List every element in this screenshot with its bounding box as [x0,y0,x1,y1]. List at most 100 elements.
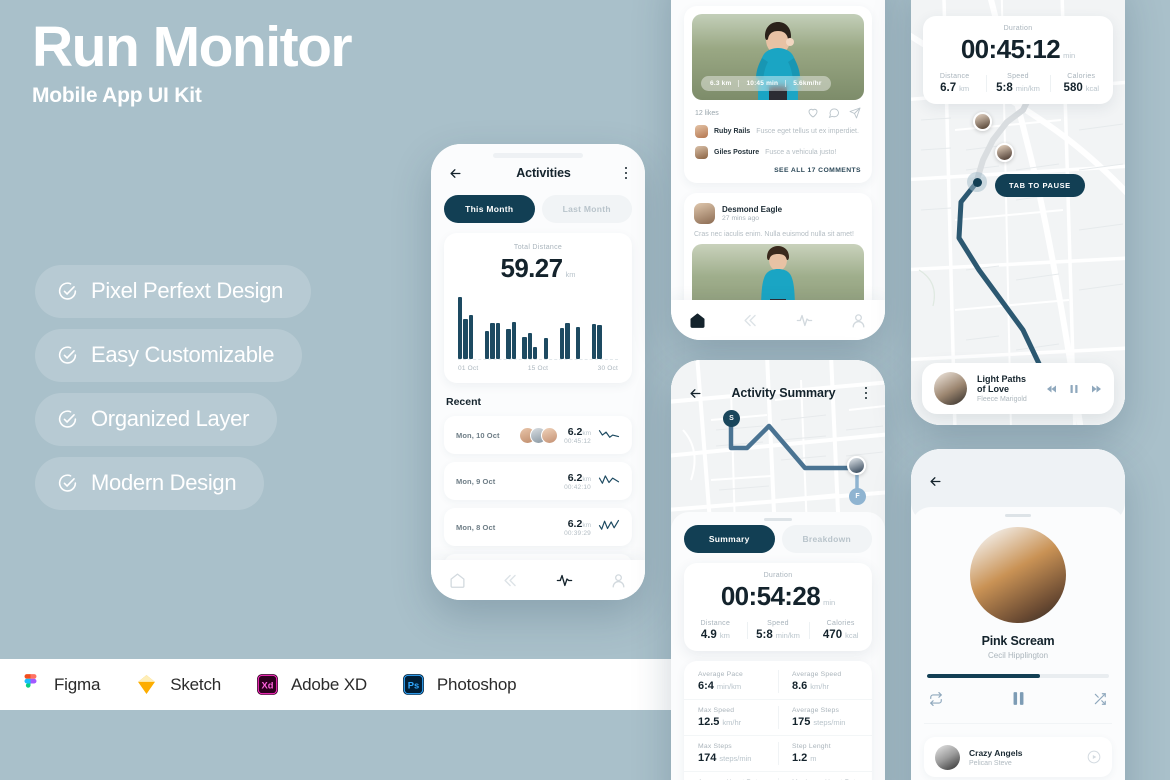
table-row: Max Speed 12.5 km/hr Average Steps 175 ste… [684,699,872,735]
post-stat-distance: 6.3 km [710,80,732,87]
chart-tick: 15 Oct [527,365,549,372]
tab-last-month[interactable]: Last Month [541,195,632,223]
next-icon[interactable] [1090,383,1102,395]
metric-unit: steps/min [719,754,752,763]
phone-activity-summary: S F Summary Breakdown Duration 00:54:28 m… [671,360,885,780]
player-controls [911,678,1125,707]
activity-metrics: 6.2km 00:42:10 [564,472,591,491]
back-arrow-icon[interactable] [928,474,943,489]
stat-value: 580 [1063,82,1083,94]
back-arrow-icon[interactable] [688,386,703,401]
back-arrow-icon[interactable] [928,0,943,1]
stat-caption: Speed [1007,73,1029,80]
feature-pill: Pixel Perfext Design [35,265,312,318]
metric-value: 174 [698,752,717,764]
tab-this-month[interactable]: This Month [444,195,535,223]
track-artist: Pelican Steve [969,759,1012,767]
phone-activities: Activities This Month Last Month Total D… [431,144,645,600]
metric-unit: steps/min [813,718,846,727]
pause-icon[interactable] [1010,690,1027,707]
activity-unit: km [582,429,591,437]
chart-bar [501,357,505,359]
metric-value: 12.5 [698,716,720,728]
home-icon[interactable] [449,572,466,589]
summary-header: Activity Summary [671,376,885,410]
table-row[interactable]: Mon, 9 Oct 6.2km 00:42:10 [444,462,632,500]
stat-value: 5:8 [996,82,1013,94]
chart-bar [522,336,527,359]
software-label: Adobe XD [291,674,367,694]
avatar [695,146,708,159]
metric-step-length: Step Lenght 1.2 m [778,736,872,771]
metric-unit: m [810,754,817,763]
metric-caption: Max Speed [698,707,735,714]
feature-pill: Modern Design [35,457,265,510]
more-vertical-icon[interactable] [624,166,628,181]
chart-bar [495,323,500,359]
chart-bar [479,357,483,359]
table-row[interactable]: Mon, 10 Oct 6.2km 00:45:12 [444,416,632,454]
sheet-handle[interactable] [764,518,792,521]
shoe-run-icon[interactable] [743,312,760,329]
repeat-icon[interactable] [929,691,943,706]
chart-bar [468,315,474,359]
play-circle-icon[interactable] [1087,750,1101,764]
share-icon[interactable] [849,107,861,119]
home-icon[interactable] [689,312,706,329]
duration-value: 00:45:12 [960,34,1061,64]
check-circle-icon [57,473,78,494]
sparkline-icon [598,473,620,489]
activity-pulse-icon[interactable] [796,312,813,329]
prev-icon[interactable] [1046,383,1058,395]
album-art [935,744,960,770]
list-item[interactable]: Crazy Angels Pelican Steve [924,737,1112,777]
activity-date: Mon, 10 Oct [456,430,500,440]
stat-distance: Distance 4.9 km [684,620,747,641]
activity-date: Mon, 9 Oct [456,476,496,486]
more-vertical-icon[interactable] [864,386,868,401]
comment-icon[interactable] [828,107,840,119]
chart-bar [463,319,468,359]
divider [924,723,1112,724]
page-title: Activities [516,166,571,180]
see-all-comments-link[interactable]: SEE ALL 17 COMMENTS [692,163,864,175]
sheet-handle[interactable] [1005,514,1031,517]
duration-value: 00:54:28 [720,581,821,611]
heart-icon[interactable] [807,107,819,119]
metric-value: 8.6 [792,680,808,692]
page-subtitle: Mobile App UI Kit [32,83,202,107]
pause-button[interactable]: TAB TO PAUSE [995,174,1085,197]
avatar [541,426,559,444]
metric-caption: Average Pace [698,671,743,678]
back-arrow-icon[interactable] [448,166,463,181]
tab-summary[interactable]: Summary [684,525,775,553]
activity-pulse-icon[interactable] [556,572,573,589]
metric-value: 175 [792,716,811,728]
software-item-figma: Figma [18,672,100,697]
check-circle-icon [57,409,78,430]
shuffle-icon[interactable] [1093,692,1107,706]
stat-calories: Calories 580 kcal [1049,73,1113,94]
chart-bar [511,322,516,359]
chart-bar [559,327,565,359]
pause-icon[interactable] [1068,383,1080,395]
stat-caption: Distance [939,73,970,80]
stat-caption: Calories [826,620,855,627]
route-finish-marker: F [849,488,866,505]
sparkline-icon [598,519,620,535]
table-row[interactable]: Mon, 8 Oct 6.2km 00:39:29 [444,508,632,546]
shoe-run-icon[interactable] [503,572,520,589]
activity-distance: 6.2 [567,517,583,530]
table-row: Average Pace 6:4 min/km Average Speed 8.6… [684,664,872,699]
profile-icon[interactable] [850,312,867,329]
feature-label: Pixel Perfext Design [91,278,284,303]
profile-icon[interactable] [610,572,627,589]
software-label: Photoshop [436,674,517,694]
chart-bar [549,357,553,359]
activity-date: Mon, 8 Oct [456,522,496,532]
metric-unit: min/km [716,682,742,691]
tab-breakdown[interactable]: Breakdown [781,525,872,553]
feature-list: Pixel Perfext Design Easy Customizable O… [35,265,312,521]
avatar [847,456,866,475]
activity-distance: 6.2 [567,471,583,484]
